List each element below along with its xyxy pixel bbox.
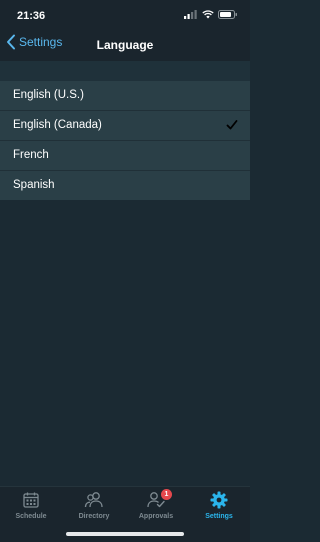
tab-approvals[interactable]: 1 Approvals [125,489,187,520]
language-option-english-us[interactable]: English (U.S.) [0,81,250,111]
tab-label: Schedule [15,513,47,520]
tab-label: Approvals [138,513,174,520]
language-list: English (U.S.) English (Canada) French S… [0,81,250,200]
status-bar: 21:36 [0,0,250,28]
approvals-badge: 1 [161,489,172,500]
tab-label: Directory [78,513,110,520]
status-time: 21:36 [17,10,46,22]
signal-icon [184,10,197,19]
language-option-label: French [13,149,49,161]
language-option-french[interactable]: French [0,141,250,171]
tab-settings[interactable]: Settings [188,490,250,520]
language-option-label: English (Canada) [13,119,102,131]
checkmark-icon [226,120,238,130]
page-title: Language [96,38,154,52]
tab-label: Settings [205,513,233,520]
status-icons [184,10,238,19]
navigation-bar: Settings Language [0,28,250,61]
tab-directory[interactable]: Directory [63,490,125,520]
language-option-label: English (U.S.) [13,89,84,101]
section-spacer [0,61,250,81]
people-icon [84,492,103,508]
gear-icon [210,491,228,509]
battery-icon [218,10,237,19]
language-option-english-canada[interactable]: English (Canada) [0,111,250,141]
calendar-icon [23,492,39,508]
home-indicator [66,532,184,536]
language-option-spanish[interactable]: Spanish [0,171,250,200]
tab-schedule[interactable]: Schedule [0,490,62,520]
wifi-icon [202,10,214,19]
language-option-label: Spanish [13,179,55,191]
